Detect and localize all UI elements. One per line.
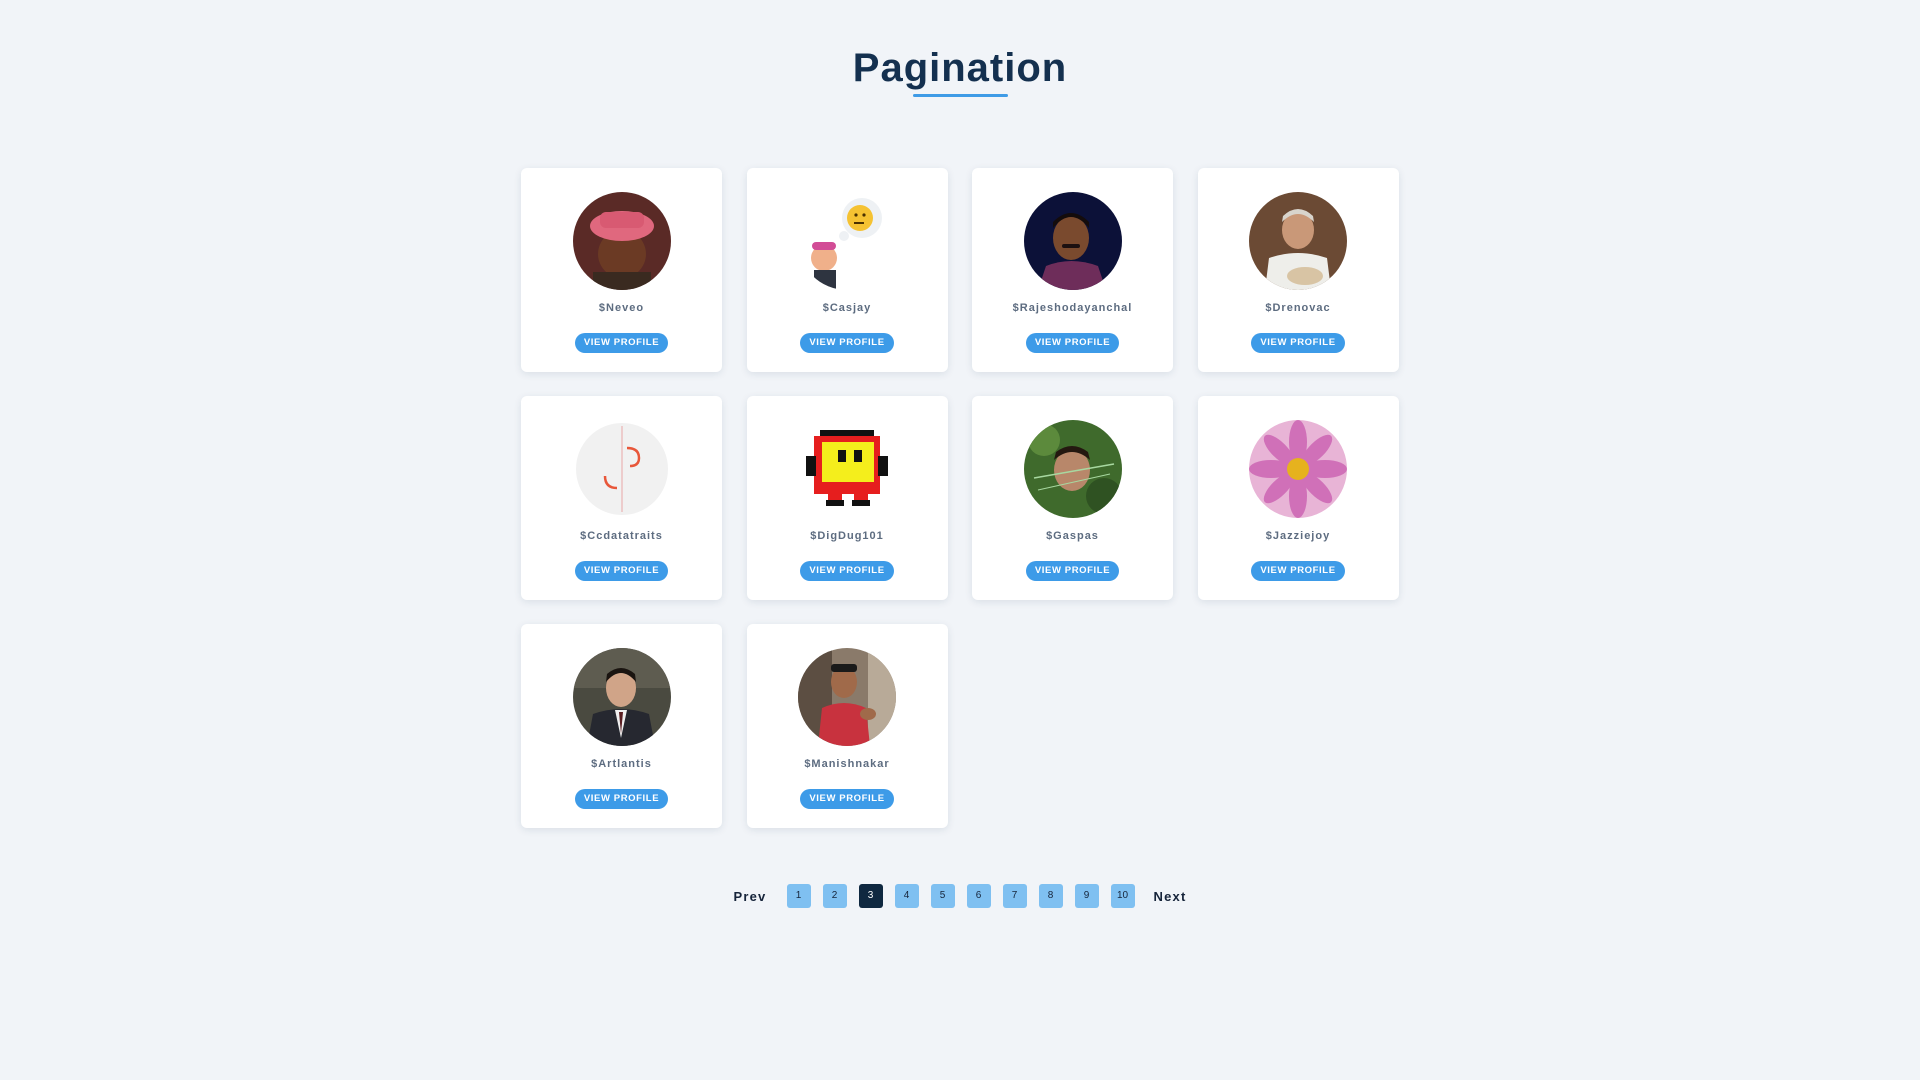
profile-card: $Artlantis VIEW PROFILE [521, 624, 722, 828]
prev-page-link[interactable]: Prev [734, 889, 767, 904]
view-profile-button[interactable]: VIEW PROFILE [1251, 561, 1345, 581]
person-suit-avatar [572, 648, 671, 746]
profile-username: $Artlantis [591, 758, 652, 770]
page-header: Pagination [0, 42, 1920, 97]
view-profile-button[interactable]: VIEW PROFILE [800, 333, 894, 353]
profile-username: $Drenovac [1265, 302, 1331, 314]
page-title: Pagination [852, 46, 1068, 90]
profile-username: $DigDug101 [810, 530, 884, 542]
profile-username: $Ccdatatraits [580, 530, 663, 542]
page-button-7[interactable]: 7 [1002, 884, 1027, 908]
profile-card: $Casjay VIEW PROFILE [746, 168, 948, 372]
data-logo-avatar [572, 420, 671, 518]
pixel-character-avatar [798, 420, 896, 518]
cartoon-thinking-emoji-avatar [798, 192, 896, 290]
view-profile-button[interactable]: VIEW PROFILE [574, 789, 669, 809]
page-button-6[interactable]: 6 [966, 884, 991, 908]
profile-card: $Jazziejoy VIEW PROFILE [1197, 396, 1399, 600]
person-mustache-avatar [1023, 192, 1122, 290]
profile-username: $Casjay [822, 302, 872, 314]
view-profile-button[interactable]: VIEW PROFILE [1025, 333, 1120, 353]
profile-grid: $Neveo VIEW PROFILE $Casjay VIEW PROFILE… [521, 168, 1401, 828]
page-button-2[interactable]: 2 [822, 884, 847, 908]
profile-card: $Ccdatatraits VIEW PROFILE [521, 396, 722, 600]
view-profile-button[interactable]: VIEW PROFILE [800, 561, 894, 581]
profile-card: $Neveo VIEW PROFILE [521, 168, 722, 372]
title-underline [912, 94, 1008, 97]
view-profile-button[interactable]: VIEW PROFILE [1025, 561, 1120, 581]
profile-card: $Rajeshodayanchal VIEW PROFILE [972, 168, 1173, 372]
person-white-shirt-avatar [1249, 192, 1347, 290]
next-page-link[interactable]: Next [1154, 889, 1187, 904]
page-button-8[interactable]: 8 [1038, 884, 1063, 908]
page-button-9[interactable]: 9 [1074, 884, 1099, 908]
profile-username: $Manishnakar [804, 758, 890, 770]
view-profile-button[interactable]: VIEW PROFILE [800, 789, 894, 809]
page-root: Pagination $Neveo VIEW PROFILE $Casjay V… [0, 0, 1920, 1080]
profile-username: $Jazziejoy [1265, 530, 1331, 542]
pink-flower-avatar [1249, 420, 1347, 518]
profile-card: $Drenovac VIEW PROFILE [1197, 168, 1399, 372]
view-profile-button[interactable]: VIEW PROFILE [574, 561, 669, 581]
profile-card: $Manishnakar VIEW PROFILE [746, 624, 948, 828]
page-button-5[interactable]: 5 [930, 884, 955, 908]
page-button-3-active[interactable]: 3 [858, 884, 883, 908]
page-button-4[interactable]: 4 [894, 884, 919, 908]
profile-username: $Neveo [598, 302, 645, 314]
page-button-1[interactable]: 1 [786, 884, 811, 908]
view-profile-button[interactable]: VIEW PROFILE [574, 333, 669, 353]
profile-username: $Rajeshodayanchal [1012, 302, 1133, 314]
profile-card: $DigDug101 VIEW PROFILE [746, 396, 948, 600]
person-grass-avatar [1023, 420, 1122, 518]
view-profile-button[interactable]: VIEW PROFILE [1251, 333, 1345, 353]
page-button-10[interactable]: 10 [1110, 884, 1135, 908]
person-red-shirt-avatar [798, 648, 896, 746]
person-pink-hat-avatar [572, 192, 671, 290]
pagination: Prev 1 2 3 4 5 6 7 8 9 10 Next [0, 884, 1920, 908]
profile-card: $Gaspas VIEW PROFILE [972, 396, 1173, 600]
profile-username: $Gaspas [1046, 530, 1099, 542]
